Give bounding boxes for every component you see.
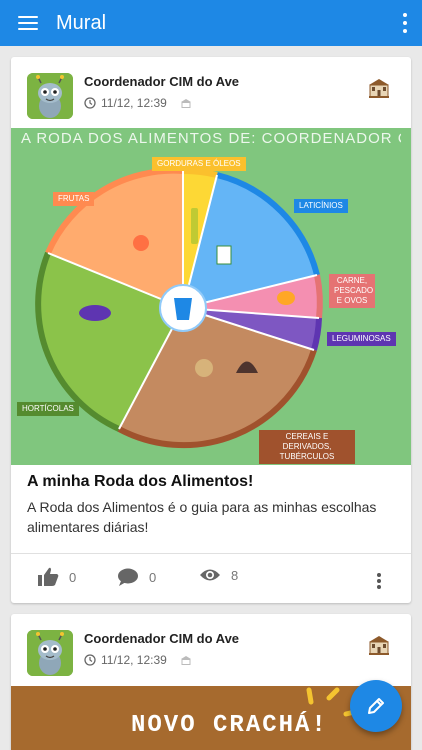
label-carne: CARNE, PESCADO E OVOS (329, 274, 375, 308)
avatar[interactable] (27, 73, 73, 119)
school-building-icon[interactable] (367, 77, 391, 99)
post-header: Coordenador CIM do Ave 11/12, 12:39 (11, 614, 411, 686)
new-post-button[interactable] (350, 680, 402, 732)
comment-button[interactable]: 0 (117, 567, 156, 587)
like-count: 0 (69, 569, 77, 585)
post-text: A Roda dos Alimentos é o guia para as mi… (27, 499, 377, 535)
like-button[interactable]: 0 (37, 567, 76, 587)
post-author: Coordenador CIM do Ave (84, 74, 240, 89)
view-count: 8 (231, 567, 239, 583)
post-image[interactable]: A RODA DOS ALIMENTOS DE: COORDENADOR CIM… (11, 128, 411, 465)
comment-count: 0 (149, 569, 157, 585)
label-laticinios: LATICÍNIOS (294, 199, 348, 213)
label-cereais: CEREAIS E DERIVADOS, TUBÉRCULOS (259, 430, 355, 464)
post-date: 11/12, 12:39 (101, 96, 167, 110)
clock-icon (84, 654, 96, 666)
clock-icon (84, 97, 96, 109)
post-meta: 11/12, 12:39 (84, 96, 192, 110)
page-title: Mural (56, 11, 107, 34)
thumb-up-icon (38, 567, 59, 586)
more-options-button[interactable] (402, 13, 408, 33)
label-horticolas: HORTÍCOLAS (17, 402, 79, 416)
image-title: NOVO CRACHÁ! (131, 712, 328, 739)
label-gorduras: GORDURAS E ÓLEOS (152, 157, 246, 171)
label-frutas: FRUTAS (53, 192, 95, 206)
pencil-icon (368, 698, 384, 714)
post-title: A minha Roda dos Alimentos! (27, 473, 254, 490)
menu-icon (18, 16, 38, 30)
school-building-icon[interactable] (367, 634, 391, 656)
post-card: Coordenador CIM do Ave 11/12, 12:39 NOVO… (11, 614, 411, 750)
post-meta: 11/12, 12:39 (84, 653, 192, 667)
menu-button[interactable] (0, 0, 56, 46)
post-author: Coordenador CIM do Ave (84, 631, 240, 646)
school-visibility-icon (180, 98, 191, 108)
divider (11, 553, 411, 554)
post-more-button[interactable] (377, 573, 381, 589)
school-visibility-icon (180, 655, 191, 665)
avatar[interactable] (27, 630, 73, 676)
label-leguminosas: LEGUMINOSAS (327, 332, 396, 346)
views-indicator: 8 (199, 567, 238, 583)
app-bar: Mural (0, 0, 422, 46)
post-header: Coordenador CIM do Ave 11/12, 12:39 (11, 57, 411, 129)
comment-icon (118, 568, 138, 586)
post-actions: 0 0 8 (11, 563, 411, 593)
eye-icon (200, 569, 220, 581)
post-date: 11/12, 12:39 (101, 653, 167, 667)
post-card: Coordenador CIM do Ave 11/12, 12:39 A RO… (11, 57, 411, 603)
